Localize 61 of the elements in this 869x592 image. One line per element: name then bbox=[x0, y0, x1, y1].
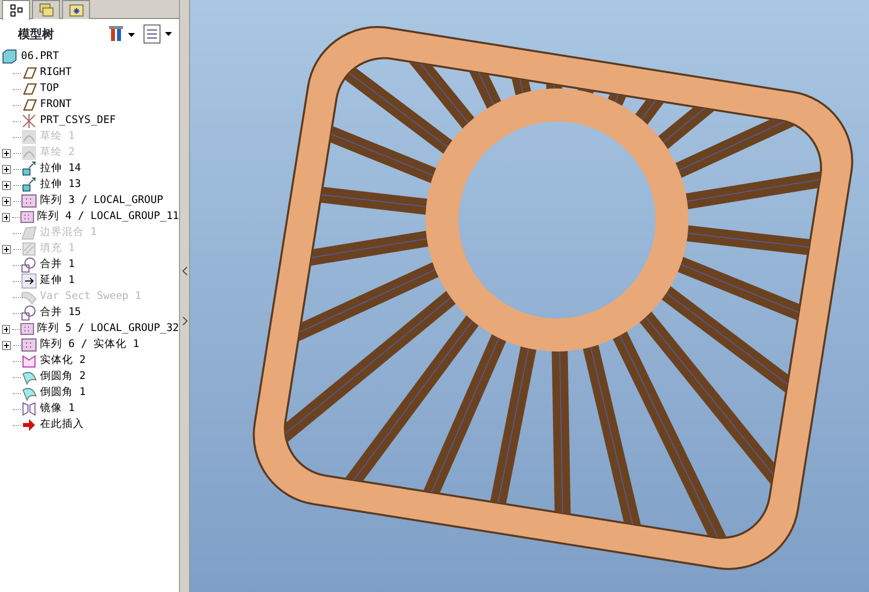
part-icon bbox=[2, 49, 18, 65]
tree-item[interactable]: TOP bbox=[37, 81, 59, 97]
blend-surface-icon bbox=[21, 225, 37, 241]
folder-icon bbox=[68, 2, 84, 18]
pattern-icon bbox=[21, 337, 37, 353]
tree-item[interactable]: 合并 1 bbox=[37, 257, 75, 273]
expand-icon[interactable] bbox=[2, 324, 10, 334]
expand-icon[interactable] bbox=[2, 164, 11, 174]
panel-tab[interactable] bbox=[2, 0, 30, 20]
expand-icon[interactable] bbox=[2, 180, 11, 190]
tree-item[interactable]: 倒圆角 1 bbox=[37, 385, 86, 401]
tree-item[interactable]: 阵列 4 / LOCAL_GROUP_11 bbox=[34, 209, 179, 225]
tree-item[interactable]: 实体化 2 bbox=[37, 353, 86, 369]
expand-icon[interactable] bbox=[2, 196, 11, 206]
insert-arrow-icon bbox=[21, 417, 37, 433]
pattern-icon bbox=[20, 321, 34, 337]
pattern-icon bbox=[21, 193, 37, 209]
solidify-icon bbox=[21, 353, 37, 369]
tree-item[interactable]: FRONT bbox=[37, 97, 72, 113]
tree-item[interactable]: 06.PRT bbox=[18, 49, 59, 65]
tree-item[interactable]: 阵列 3 / LOCAL_GROUP bbox=[37, 193, 164, 209]
sweep-icon bbox=[21, 289, 37, 305]
tree-item[interactable]: PRT_CSYS_DEF bbox=[37, 113, 116, 129]
extend-icon bbox=[21, 273, 37, 289]
expand-icon[interactable] bbox=[2, 244, 11, 254]
sketch-icon bbox=[21, 145, 37, 161]
tree-item[interactable]: 阵列 5 / LOCAL_GROUP_32 bbox=[34, 321, 179, 337]
tree-structure-icon bbox=[8, 2, 24, 19]
sketch-icon bbox=[21, 129, 37, 145]
tree-item[interactable]: 延伸 1 bbox=[37, 273, 75, 289]
tree-item[interactable]: 在此插入 bbox=[37, 417, 84, 433]
tree-item[interactable]: RIGHT bbox=[37, 65, 72, 81]
merge-icon bbox=[21, 305, 37, 321]
round-icon bbox=[21, 369, 37, 385]
datum-plane-icon bbox=[21, 65, 37, 81]
tree-item[interactable]: 倒圆角 2 bbox=[37, 369, 86, 385]
expand-icon[interactable] bbox=[2, 340, 11, 350]
round-icon bbox=[21, 385, 37, 401]
display-menu-button[interactable] bbox=[143, 24, 175, 44]
tree-item[interactable]: 拉伸 14 bbox=[37, 161, 81, 177]
tree-item[interactable]: 合并 15 bbox=[37, 305, 81, 321]
panel-title: 模型树 bbox=[18, 26, 55, 43]
merge-icon bbox=[21, 257, 37, 273]
tree-item[interactable]: 拉伸 13 bbox=[37, 177, 81, 193]
extrude-icon bbox=[21, 177, 37, 193]
datum-plane-icon bbox=[21, 81, 37, 97]
expand-icon[interactable] bbox=[2, 148, 11, 158]
datum-plane-icon bbox=[21, 97, 37, 113]
tree-item[interactable]: 镜像 1 bbox=[37, 401, 75, 417]
expand-icon[interactable] bbox=[2, 212, 10, 222]
pattern-icon bbox=[20, 209, 34, 225]
panel-tab[interactable] bbox=[62, 0, 90, 19]
expand-right-icon[interactable] bbox=[182, 316, 188, 326]
layers-icon bbox=[38, 2, 54, 18]
tree-item[interactable]: 阵列 6 / 实体化 1 bbox=[37, 337, 140, 353]
collapse-left-icon[interactable] bbox=[182, 266, 188, 276]
extrude-icon bbox=[21, 161, 37, 177]
coordinate-system-icon bbox=[21, 113, 37, 129]
settings-button[interactable] bbox=[109, 25, 137, 43]
mirror-icon bbox=[21, 401, 37, 417]
hatched-fill-icon bbox=[21, 241, 37, 257]
